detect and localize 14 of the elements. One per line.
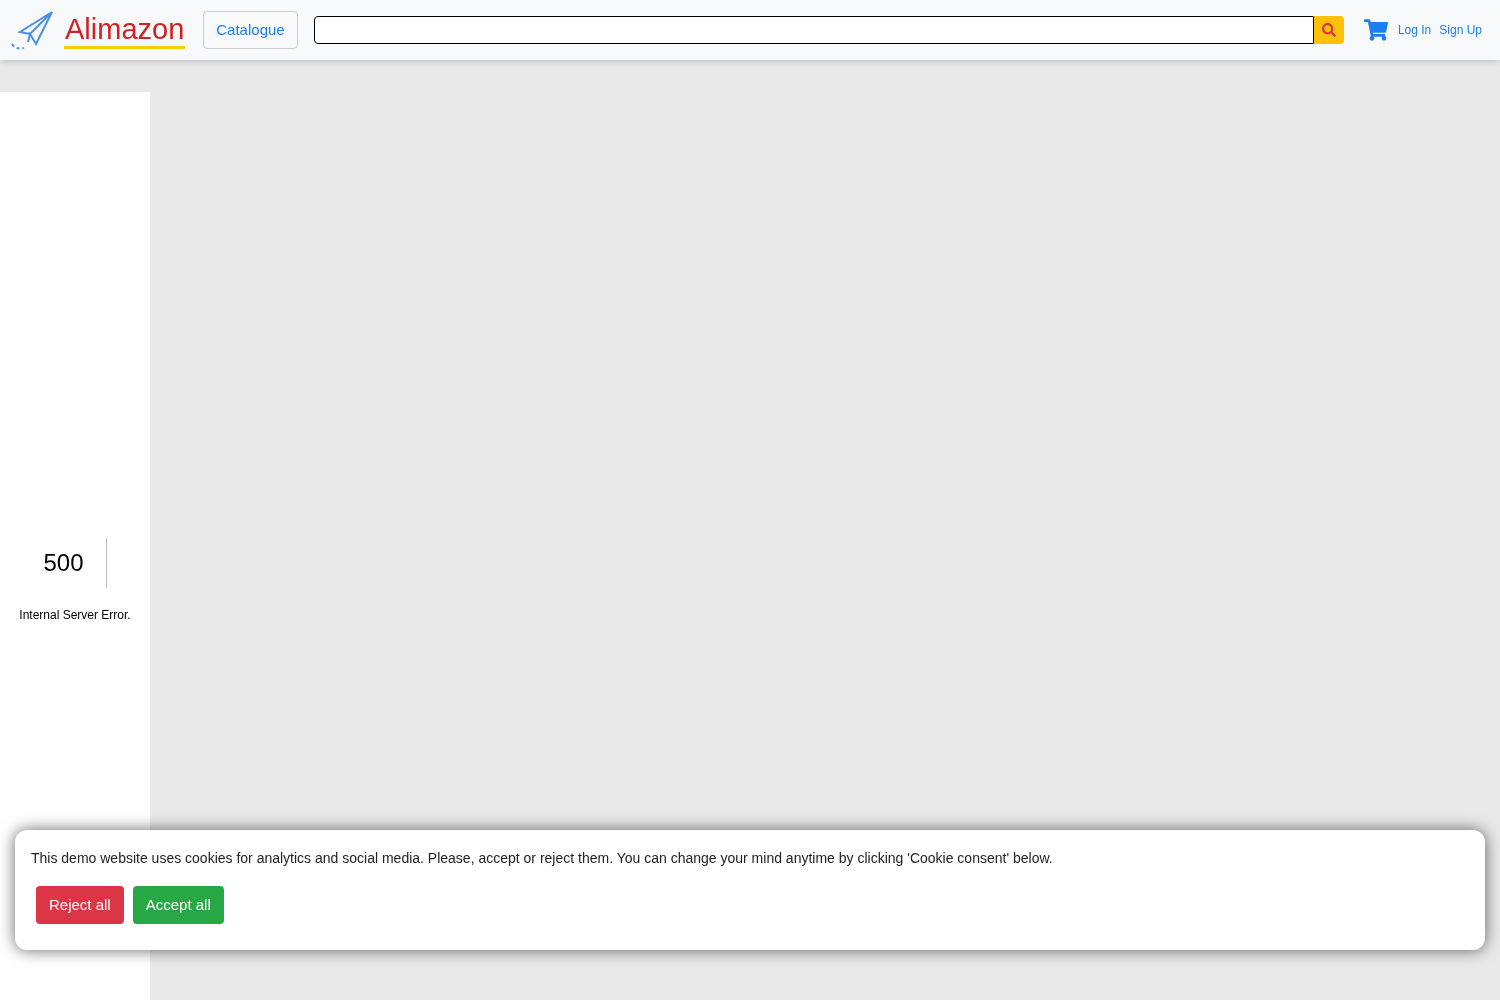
header-link[interactable]: Sign Up	[1439, 21, 1482, 39]
accept-all-button[interactable]: Accept all	[132, 886, 224, 924]
cookie-message: This demo website uses cookies for analytics and social media. Please, accept or reject them. You can change your mind anytime by clicking 'Cookie consent' below.	[31, 849, 1054, 868]
cart-icon[interactable]	[1363, 18, 1388, 42]
error-message: Internal Server Error.	[19, 607, 131, 624]
brand-logo[interactable]: Alimazon	[64, 11, 186, 49]
reject-all-button[interactable]: Reject all	[36, 886, 124, 924]
catalogue-button[interactable]: Catalogue	[203, 11, 298, 49]
header-link[interactable]: Log In	[1397, 21, 1432, 39]
search-icon	[1321, 23, 1336, 37]
search-button[interactable]	[1313, 16, 1344, 44]
error-code: 500	[43, 548, 85, 578]
search-field[interactable]	[313, 16, 1314, 44]
paper-plane-logo-icon	[10, 10, 54, 50]
